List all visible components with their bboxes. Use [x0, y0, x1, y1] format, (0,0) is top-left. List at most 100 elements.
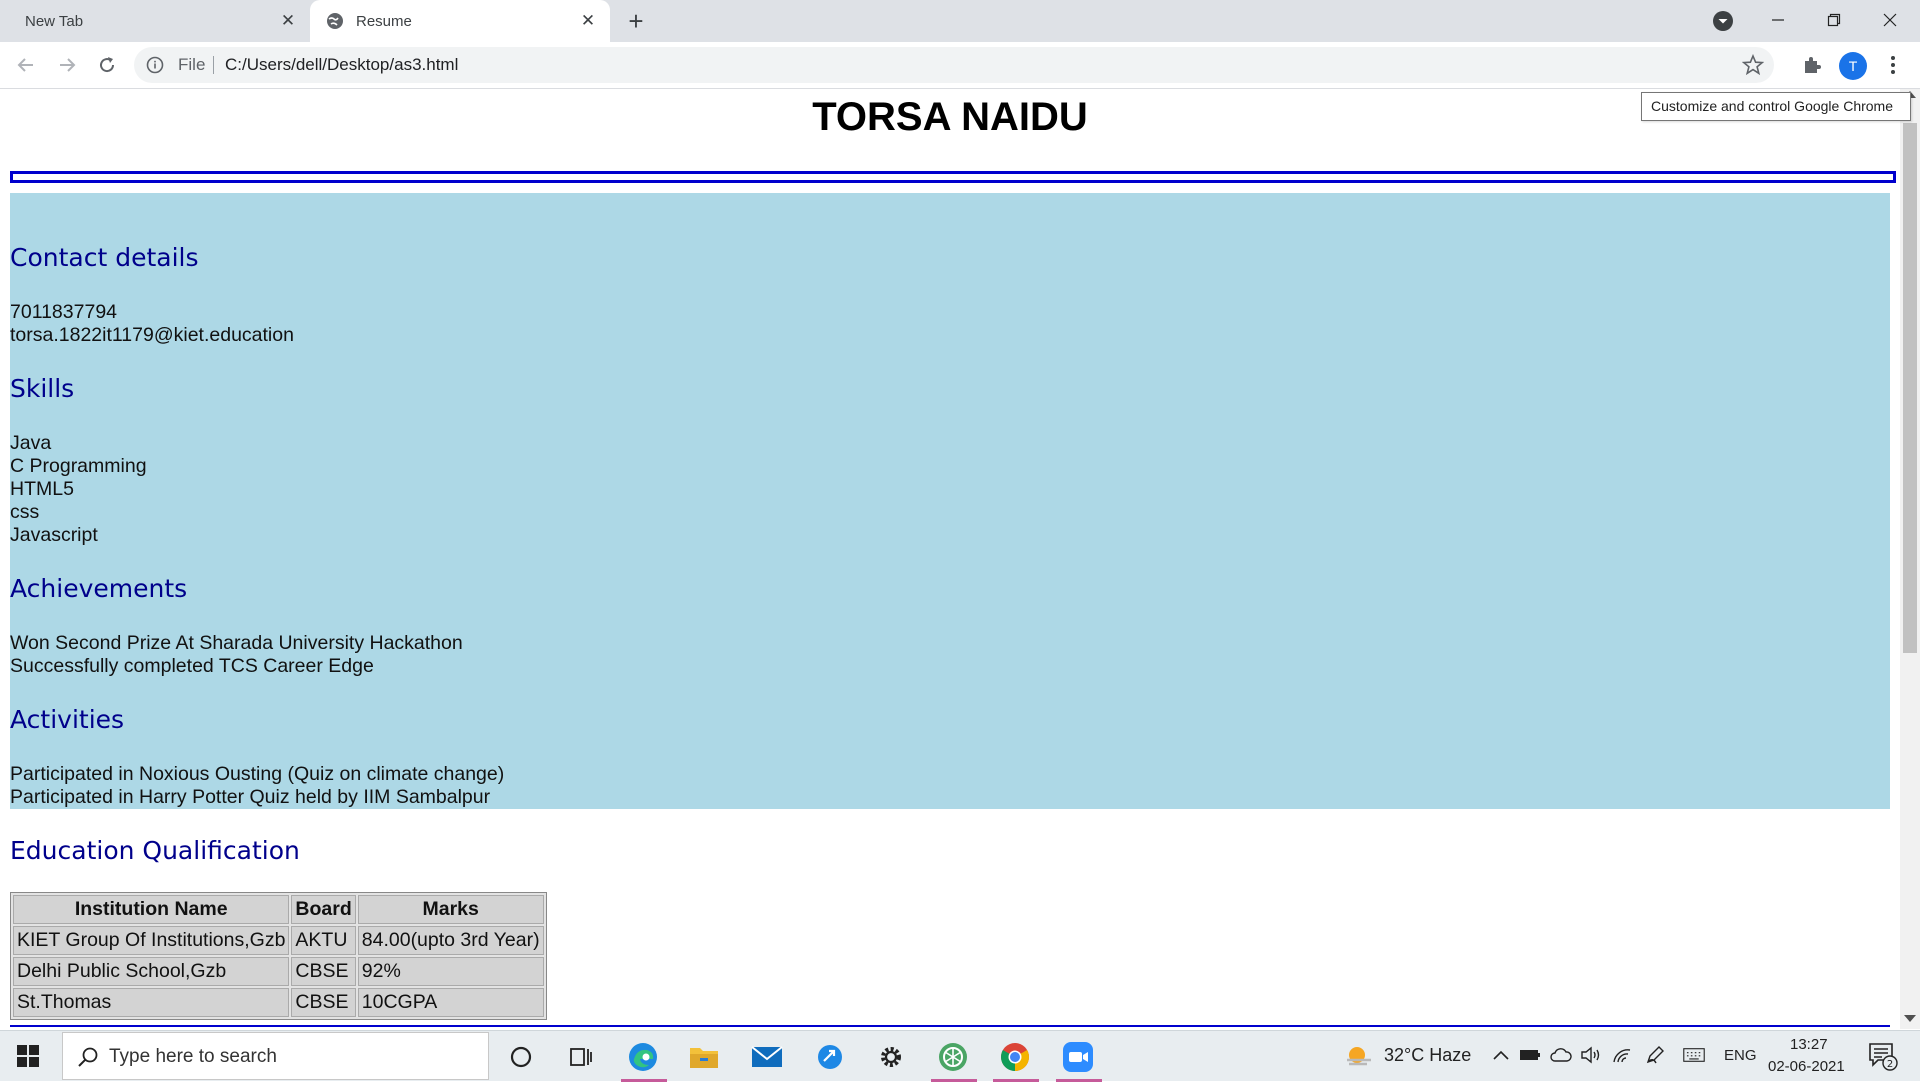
- clock-date[interactable]: 02-06-2021: [1768, 1058, 1845, 1075]
- tooltip: Customize and control Google Chrome: [1641, 92, 1911, 121]
- table-cell: 92%: [357, 957, 544, 986]
- app-icon[interactable]: [812, 1039, 848, 1075]
- vertical-scrollbar[interactable]: [1900, 89, 1920, 1029]
- keyboard-icon[interactable]: [1683, 1044, 1705, 1066]
- mail-icon[interactable]: [749, 1039, 785, 1075]
- section-heading-education: Education Qualification: [10, 836, 300, 865]
- arrow-left-icon: [17, 58, 33, 72]
- notification-center-icon[interactable]: 2: [1868, 1041, 1898, 1071]
- extensions-button[interactable]: [1799, 52, 1825, 78]
- section-heading-achievements: Achievements: [10, 574, 188, 603]
- language-indicator[interactable]: ENG: [1724, 1047, 1757, 1064]
- clock-time[interactable]: 13:27: [1790, 1036, 1828, 1053]
- education-table: Institution Name Board Marks KIET Group …: [10, 892, 547, 1020]
- puzzle-icon: [1805, 57, 1821, 73]
- zoom-icon[interactable]: [1056, 1039, 1102, 1082]
- table-cell: KIET Group Of Institutions,Gzb: [13, 926, 290, 955]
- wifi-icon[interactable]: [1611, 1044, 1633, 1066]
- column-header: Board: [291, 895, 356, 924]
- close-tab-icon[interactable]: ✕: [578, 11, 598, 31]
- scroll-down-arrow-icon[interactable]: [1904, 1015, 1916, 1022]
- table-cell: Delhi Public School,Gzb: [13, 957, 290, 986]
- settings-icon[interactable]: [873, 1039, 909, 1075]
- more-vert-icon: [1891, 56, 1895, 74]
- horizontal-rule: [10, 1025, 1890, 1027]
- tab-label: New Tab: [25, 12, 84, 30]
- cortana-icon[interactable]: [503, 1039, 539, 1075]
- url-text[interactable]: C:/Users/dell/Desktop/as3.html: [225, 55, 458, 75]
- tab-label: Resume: [356, 12, 412, 30]
- achievement-item: Won Second Prize At Sharada University H…: [10, 632, 463, 654]
- table-cell: CBSE: [291, 957, 356, 986]
- skill-item: C Programming: [10, 455, 147, 477]
- chrome-canary-icon[interactable]: [931, 1039, 977, 1082]
- reload-icon: [100, 57, 115, 73]
- table-cell: 10CGPA: [357, 988, 544, 1017]
- forward-button[interactable]: [54, 52, 80, 78]
- browser-toolbar: File C:/Users/dell/Desktop/as3.html T: [0, 42, 1920, 89]
- scheme-label: File: [178, 55, 206, 74]
- horizontal-rule: [10, 171, 1896, 183]
- activity-item: Participated in Harry Potter Quiz held b…: [10, 786, 491, 808]
- reload-button[interactable]: [94, 52, 120, 78]
- search-icon: [78, 1047, 98, 1067]
- volume-icon[interactable]: [1580, 1044, 1602, 1066]
- column-header: Marks: [357, 895, 544, 924]
- weather-text[interactable]: 32°C Haze: [1384, 1045, 1471, 1066]
- page-title: TORSA NAIDU: [812, 95, 1088, 139]
- star-icon[interactable]: [1742, 54, 1764, 76]
- menu-button[interactable]: [1880, 52, 1906, 78]
- file-explorer-icon[interactable]: [686, 1039, 722, 1075]
- column-header: Institution Name: [13, 895, 290, 924]
- chrome-icon[interactable]: [993, 1039, 1039, 1082]
- close-window-button[interactable]: [1862, 0, 1918, 40]
- skill-item: Java: [10, 432, 52, 454]
- taskbar-search-box[interactable]: Type here to search: [62, 1032, 489, 1080]
- skill-item: HTML5: [10, 478, 74, 500]
- table-cell: 84.00(upto 3rd Year): [357, 926, 544, 955]
- battery-icon[interactable]: [1519, 1044, 1541, 1066]
- section-heading-contact: Contact details: [10, 243, 199, 272]
- chevron-up-icon[interactable]: [1490, 1044, 1512, 1066]
- restore-button[interactable]: [1806, 0, 1862, 40]
- table-row: KIET Group Of Institutions,Gzb AKTU 84.0…: [13, 926, 544, 955]
- table-header-row: Institution Name Board Marks: [13, 895, 544, 924]
- page-viewport[interactable]: TORSA NAIDU Contact details 7011837794 t…: [0, 89, 1900, 1029]
- task-view-icon[interactable]: [563, 1039, 599, 1075]
- restore-icon: [1827, 13, 1841, 27]
- tab-resume[interactable]: Resume ✕: [310, 0, 610, 42]
- taskbar: Type here to search 32°C Haze ENG 13:27 …: [0, 1030, 1920, 1082]
- windows-start-icon[interactable]: [16, 1044, 40, 1068]
- back-button[interactable]: [13, 52, 39, 78]
- tab-strip: New Tab ✕ Resume ✕ +: [0, 0, 1920, 42]
- pen-icon[interactable]: [1644, 1044, 1666, 1066]
- table-cell: AKTU: [291, 926, 356, 955]
- scrollbar-thumb[interactable]: [1903, 123, 1917, 653]
- tab-new-tab[interactable]: New Tab ✕: [0, 0, 310, 42]
- resume-panel: [10, 193, 1890, 809]
- new-tab-button[interactable]: +: [622, 8, 650, 36]
- table-cell: CBSE: [291, 988, 356, 1017]
- table-cell: St.Thomas: [13, 988, 290, 1017]
- table-row: Delhi Public School,Gzb CBSE 92%: [13, 957, 544, 986]
- edge-icon[interactable]: [621, 1039, 667, 1082]
- globe-icon: [327, 13, 343, 29]
- address-bar[interactable]: File C:/Users/dell/Desktop/as3.html: [134, 47, 1774, 83]
- table-row: St.Thomas CBSE 10CGPA: [13, 988, 544, 1017]
- minimize-icon: [1772, 19, 1784, 21]
- section-heading-skills: Skills: [10, 374, 75, 403]
- achievement-item: Successfully completed TCS Career Edge: [10, 655, 374, 677]
- search-placeholder: Type here to search: [109, 1046, 277, 1067]
- activity-item: Participated in Noxious Ousting (Quiz on…: [10, 763, 505, 785]
- info-icon[interactable]: [146, 56, 164, 74]
- tab-search-icon[interactable]: [1712, 10, 1734, 32]
- contact-email: torsa.1822it1179@kiet.education: [10, 324, 294, 346]
- cloud-icon[interactable]: [1550, 1044, 1572, 1066]
- profile-avatar[interactable]: T: [1839, 52, 1867, 80]
- close-tab-icon[interactable]: ✕: [278, 11, 298, 31]
- weather-haze-icon[interactable]: [1345, 1044, 1373, 1068]
- arrow-right-icon: [60, 58, 76, 72]
- section-heading-activities: Activities: [10, 705, 125, 734]
- skill-item: css: [10, 501, 40, 523]
- minimize-button[interactable]: [1750, 0, 1806, 40]
